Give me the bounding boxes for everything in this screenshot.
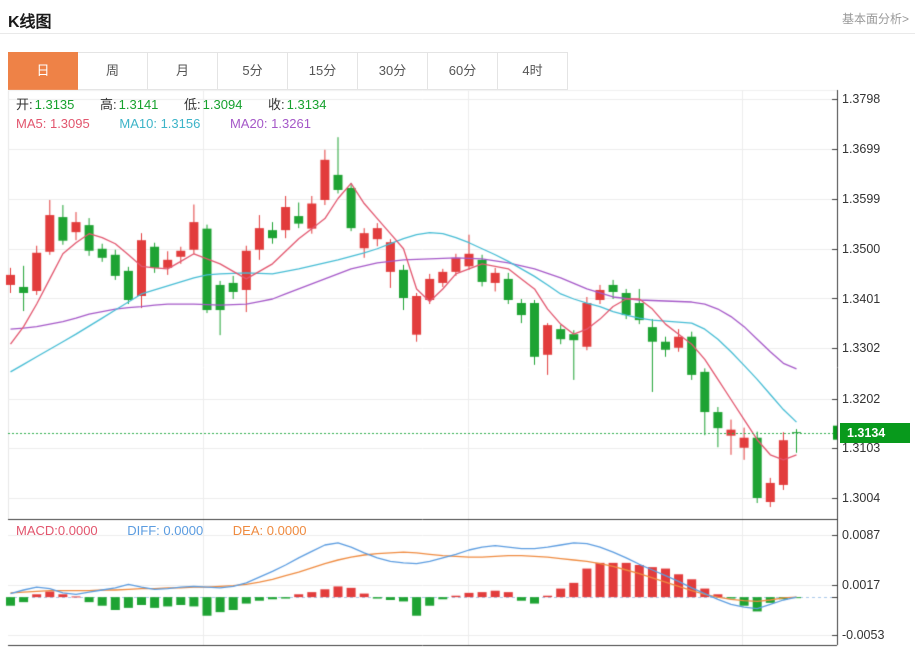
ma5-legend: MA5: 1.3095 [16, 116, 90, 131]
ohlc-legend: 开: 1.3135 高: 1.3141 低: 1.3094 收: 1.3134 [16, 94, 348, 113]
y-axis-tick: 1.3202 [842, 391, 881, 406]
diff-value-legend: DIFF: 0.0000 [127, 523, 204, 538]
macd-legend: MACD:0.0000 DIFF: 0.0000 DEA: 0.0000 [16, 523, 333, 538]
close-label: 收: [268, 97, 285, 112]
kline-chart-canvas[interactable] [0, 85, 915, 647]
macd-axis-tick: 0.0087 [842, 528, 881, 542]
y-axis-tick: 1.3699 [842, 141, 881, 156]
fundamental-analysis-link[interactable]: 基本面分析> [842, 10, 909, 27]
macd-value-legend: MACD:0.0000 [16, 523, 98, 538]
low-value: 1.3094 [202, 97, 243, 112]
y-axis-tick: 1.3798 [842, 92, 881, 106]
macd-axis-tick: 0.0017 [842, 578, 881, 592]
high-value: 1.3141 [118, 97, 159, 112]
page-title: K线图 [8, 14, 52, 31]
low-label: 低: [184, 97, 201, 112]
kline-page: K线图 基本面分析> 日 周 月 5分 15分 30分 60分 4时 开: 1.3… [0, 0, 915, 647]
open-label: 开: [16, 97, 33, 112]
ma20-legend: MA20: 1.3261 [229, 116, 311, 131]
ma10-legend: MA10: 1.3156 [119, 116, 201, 131]
macd-axis-tick: -0.0053 [842, 628, 885, 642]
open-value: 1.3135 [34, 97, 75, 112]
high-label: 高: [100, 97, 117, 112]
y-axis-tick: 1.3599 [842, 192, 881, 206]
chart-area: 开: 1.3135 高: 1.3141 低: 1.3094 收: 1.3134 MA5:… [0, 85, 915, 647]
close-value: 1.3134 [286, 97, 327, 112]
y-axis-tick: 1.3004 [842, 491, 881, 505]
y-axis-tick: 1.3302 [842, 341, 881, 356]
current-price-badge: 1.3134 [840, 422, 910, 443]
y-axis-tick: 1.3401 [842, 291, 881, 306]
dea-value-legend: DEA: 0.0000 [232, 523, 307, 538]
ma-legend: MA5: 1.3095 MA10: 1.3156 MA20: 1.3261 [16, 116, 337, 131]
header-divider [0, 33, 915, 34]
y-axis-tick: 1.3500 [842, 241, 881, 256]
